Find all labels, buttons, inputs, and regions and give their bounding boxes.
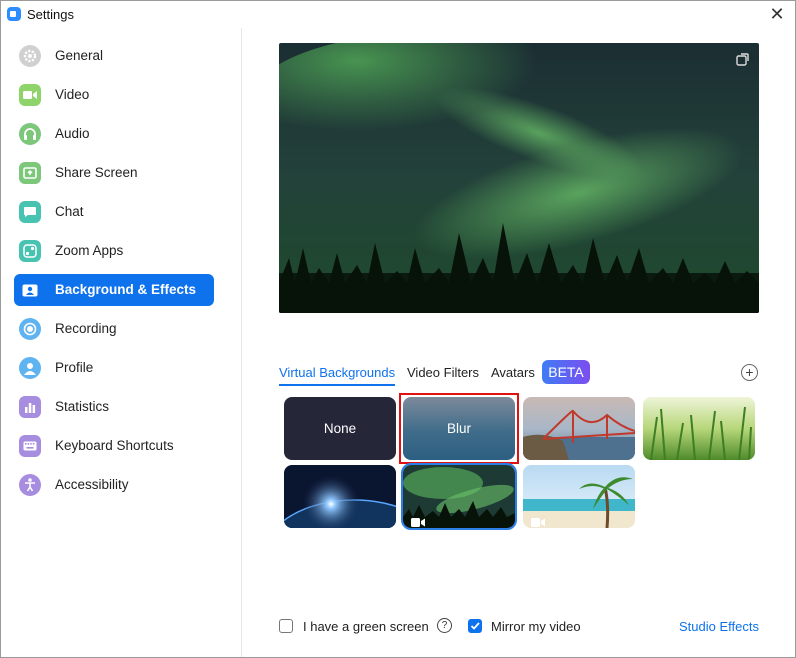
sidebar-item-zoom-apps[interactable]: Zoom Apps	[14, 235, 214, 267]
sidebar-item-label: Audio	[55, 126, 90, 141]
mirror-video-label: Mirror my video	[491, 619, 581, 634]
background-option-grass[interactable]	[643, 397, 755, 460]
sidebar-item-label: Statistics	[55, 399, 110, 414]
sidebar-item-video[interactable]: Video	[14, 79, 214, 111]
sidebar-item-label: Accessibility	[55, 477, 129, 492]
close-icon[interactable]: ✕	[767, 4, 787, 24]
video-icon	[19, 84, 41, 106]
share-screen-icon	[19, 162, 41, 184]
video-camera-icon	[531, 514, 545, 527]
sidebar-item-profile[interactable]: Profile	[14, 352, 214, 384]
sidebar-item-statistics[interactable]: Statistics	[14, 391, 214, 423]
background-option-none[interactable]: None	[284, 397, 396, 460]
green-screen-checkbox[interactable]	[279, 619, 293, 633]
sidebar-item-label: Chat	[55, 204, 84, 219]
sidebar-item-label: Profile	[55, 360, 94, 375]
settings-window: Settings ✕ General Video Audio Share Scr…	[0, 0, 796, 658]
sidebar-item-label: Share Screen	[55, 165, 138, 180]
zoom-app-icon	[7, 7, 21, 21]
apps-icon	[19, 240, 41, 262]
video-preview	[279, 43, 759, 313]
golden-gate-thumbnail	[523, 397, 635, 460]
sidebar-item-label: Background & Effects	[55, 282, 197, 297]
gear-icon	[19, 45, 41, 67]
aurora-preview-image	[279, 43, 759, 313]
keyboard-icon	[19, 435, 41, 457]
blur-highlight-box	[399, 393, 519, 464]
record-icon	[19, 318, 41, 340]
settings-sidebar: General Video Audio Share Screen Chat Zo…	[1, 28, 242, 657]
background-option-beach[interactable]	[523, 465, 635, 528]
bar-chart-icon	[19, 396, 41, 418]
help-icon[interactable]: ?	[437, 618, 452, 633]
background-options-footer: I have a green screen ? Mirror my video …	[279, 618, 759, 638]
background-option-aurora[interactable]	[401, 463, 517, 530]
sidebar-item-label: General	[55, 48, 104, 63]
tab-video-filters[interactable]: Video Filters	[407, 365, 479, 380]
sidebar-item-audio[interactable]: Audio	[14, 118, 214, 150]
chat-icon	[19, 201, 41, 223]
active-tab-underline	[279, 384, 395, 386]
add-background-button[interactable]: +	[741, 364, 758, 381]
headphones-icon	[19, 123, 41, 145]
green-screen-label: I have a green screen	[303, 619, 429, 634]
background-option-golden-gate[interactable]	[523, 397, 635, 460]
video-camera-icon	[411, 514, 425, 527]
studio-effects-link[interactable]: Studio Effects	[679, 619, 759, 634]
rotate-camera-icon[interactable]	[735, 51, 751, 67]
sidebar-item-background-effects[interactable]: Background & Effects	[14, 274, 214, 306]
sidebar-item-recording[interactable]: Recording	[14, 313, 214, 345]
sidebar-item-chat[interactable]: Chat	[14, 196, 214, 228]
window-title: Settings	[27, 7, 74, 22]
sidebar-item-label: Keyboard Shortcuts	[55, 438, 174, 453]
sidebar-item-label: Recording	[55, 321, 117, 336]
earth-thumbnail	[284, 465, 396, 528]
background-effects-panel: Virtual Backgrounds Video Filters Avatar…	[242, 28, 795, 657]
background-option-earth[interactable]	[284, 465, 396, 528]
person-card-icon	[19, 279, 41, 301]
sidebar-item-keyboard-shortcuts[interactable]: Keyboard Shortcuts	[14, 430, 214, 462]
title-bar: Settings ✕	[1, 1, 795, 28]
sidebar-item-accessibility[interactable]: Accessibility	[14, 469, 214, 501]
sidebar-item-share-screen[interactable]: Share Screen	[14, 157, 214, 189]
profile-icon	[19, 357, 41, 379]
beta-badge: BETA	[542, 360, 590, 384]
mirror-video-checkbox[interactable]	[468, 619, 482, 633]
grass-thumbnail	[643, 397, 755, 460]
sidebar-item-label: Zoom Apps	[55, 243, 124, 258]
sidebar-item-general[interactable]: General	[14, 40, 214, 72]
sidebar-item-label: Video	[55, 87, 90, 102]
effects-tabs: Virtual Backgrounds Video Filters Avatar…	[279, 360, 599, 386]
tab-avatars[interactable]: Avatars	[491, 365, 535, 380]
background-option-label: None	[323, 421, 357, 436]
accessibility-icon	[19, 474, 41, 496]
tab-virtual-backgrounds[interactable]: Virtual Backgrounds	[279, 365, 395, 380]
